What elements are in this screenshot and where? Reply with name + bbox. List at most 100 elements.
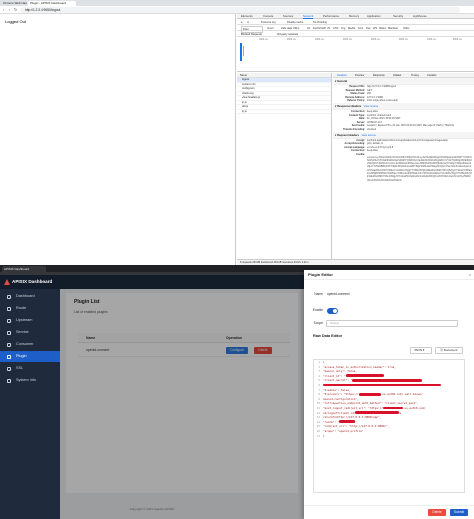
- sidebar-item-dashboard[interactable]: Dashboard: [0, 291, 60, 302]
- header-value: keep-alive: [367, 149, 378, 153]
- filter-manifest[interactable]: Manifest: [388, 26, 398, 31]
- filter-fetch-xhr[interactable]: Fetch/XHR: [313, 26, 326, 31]
- request-headers-label: ▾ Request Headers: [335, 133, 360, 137]
- document-button[interactable]: ⎘ Document: [435, 347, 463, 354]
- timeline-bar: [243, 46, 244, 56]
- page-viewport: Logged Out: [0, 14, 236, 265]
- tab-cookies[interactable]: Cookies: [427, 73, 436, 78]
- view-source-link[interactable]: View source: [361, 134, 376, 137]
- timeline-tick: 3000 ms: [315, 39, 324, 41]
- filter-ws[interactable]: WS: [373, 26, 377, 31]
- code-segment: "redirect_uri": "http://127.0.0.1:9080/"…: [323, 424, 390, 429]
- response-headers-title[interactable]: ▾ Response Headers View source: [333, 102, 474, 110]
- sidebar-item-route[interactable]: Route: [0, 303, 60, 314]
- redaction-mark: [339, 420, 356, 424]
- redaction-mark: [358, 392, 381, 396]
- blocked-requests-checkbox[interactable]: Blocked Requests: [241, 32, 262, 37]
- filter-all[interactable]: All: [307, 26, 310, 31]
- disable-cache-checkbox[interactable]: Disable cache: [287, 20, 303, 25]
- general-section-title[interactable]: ▾ General: [333, 78, 474, 85]
- filter-doc[interactable]: Doc: [366, 26, 371, 31]
- tab-response[interactable]: Response: [373, 73, 385, 78]
- network-checks: Blocked Requests 3rd-party requests: [237, 32, 474, 37]
- tab-preview[interactable]: Preview: [355, 73, 364, 78]
- format-select[interactable]: JSON ▾: [410, 347, 432, 354]
- close-icon[interactable]: ×: [469, 272, 471, 277]
- network-toolbar: ● ⊘ Preserve log Disable cache No thrott…: [237, 20, 474, 25]
- redaction-mark: [382, 406, 403, 410]
- third-party-requests-checkbox[interactable]: 3rd-party requests: [277, 32, 298, 37]
- filter-font[interactable]: Font: [358, 26, 363, 31]
- delete-plugin-button[interactable]: Delete: [428, 509, 446, 516]
- header-key: Referrer Policy:: [347, 99, 365, 103]
- tab-sources[interactable]: Sources: [283, 14, 293, 19]
- tab-initiator[interactable]: Initiator: [393, 73, 402, 78]
- clear-icon[interactable]: ⊘: [247, 20, 249, 25]
- sidebar-item-system-info[interactable]: System Info: [0, 375, 60, 386]
- sidebar-item-ssl[interactable]: SSL: [0, 363, 60, 374]
- sidebar-item-label: Route: [16, 306, 27, 310]
- tab-lighthouse[interactable]: Lighthouse: [413, 14, 427, 19]
- preserve-log-checkbox[interactable]: Preserve log: [261, 20, 276, 25]
- tab-performance[interactable]: Performance: [323, 14, 339, 19]
- view-source-link[interactable]: View source: [364, 105, 379, 108]
- tab-timing[interactable]: Timing: [411, 73, 419, 78]
- sidebar-item-upstream[interactable]: Upstream: [0, 315, 60, 326]
- filter-css[interactable]: CSS: [333, 26, 338, 31]
- sidebar-item-consumer[interactable]: Consumer: [0, 339, 60, 350]
- filter-js[interactable]: JS: [327, 26, 330, 31]
- dashboard-icon: [7, 294, 11, 299]
- tab-headers[interactable]: Headers: [337, 73, 347, 78]
- submit-button[interactable]: Submit: [450, 509, 468, 516]
- code-editor[interactable]: 1{2 "access_token_in_authorization_heade…: [313, 359, 465, 493]
- request-row[interactable]: jn.js: [237, 110, 331, 114]
- tab-console[interactable]: Console: [263, 14, 273, 19]
- format-value: JSON: [414, 348, 423, 352]
- consumer-icon: [7, 342, 11, 347]
- network-timeline: 1000 ms 2000 ms 3000 ms 4000 ms 5000 ms …: [237, 38, 474, 72]
- devtools-tabs: Elements Console Sources Network Perform…: [237, 14, 474, 19]
- forward-icon[interactable]: ›: [7, 7, 12, 13]
- tab-memory[interactable]: Memory: [349, 14, 359, 19]
- sidebar-item-label: Dashboard: [16, 294, 35, 298]
- drawer-footer: Delete Submit: [304, 505, 474, 519]
- sidebar-item-service[interactable]: Service: [0, 327, 60, 338]
- tab-security[interactable]: Security: [393, 14, 403, 19]
- back-icon[interactable]: ‹: [1, 7, 6, 13]
- scope-label: Scope: [313, 321, 323, 325]
- filter-other[interactable]: Other: [403, 26, 410, 31]
- hide-data-urls-checkbox[interactable]: Hide data URLs: [281, 26, 299, 31]
- redaction-mark: [345, 374, 384, 378]
- header-value: strict-origin-when-cross-origin: [367, 99, 399, 103]
- upstream-icon: [7, 318, 11, 323]
- url-field[interactable]: http://1.2.3.4:9080/logout: [20, 7, 460, 13]
- tab-elements[interactable]: Elements: [241, 14, 253, 19]
- code-segment: "scope": "openid profile": [323, 428, 364, 433]
- drawer-title: Plugin Editor: [304, 270, 474, 280]
- sidebar-item-plugin[interactable]: Plugin: [0, 351, 60, 362]
- brand-title: APISIX Dashboard: [12, 279, 53, 284]
- raw-data-editor-title: Raw Data Editor: [313, 334, 343, 338]
- code-segment: .us.auth0.com/: [402, 405, 426, 410]
- header-value: session=; Expires=Thu, 01 Jan 1970 00:00…: [367, 124, 455, 128]
- header-value: chunked: [367, 127, 377, 131]
- tab-application[interactable]: Application: [367, 14, 381, 19]
- reload-icon[interactable]: ↻: [13, 7, 18, 13]
- sidebar-item-label: System Info: [16, 378, 37, 382]
- tab-network[interactable]: Network: [303, 14, 314, 19]
- request-headers-title[interactable]: ▾ Request Headers View source: [333, 131, 474, 139]
- record-icon[interactable]: ●: [241, 20, 243, 25]
- plugin-icon: [7, 354, 11, 359]
- scope-select[interactable]: Global: [326, 320, 458, 327]
- service-icon: [7, 330, 11, 335]
- drawer-overlay[interactable]: [60, 275, 304, 519]
- enable-toggle[interactable]: [327, 308, 338, 314]
- filter-wasm[interactable]: Wasm: [379, 26, 386, 31]
- filter-img[interactable]: Img: [341, 26, 345, 31]
- brand[interactable]: APISIX Dashboard: [0, 275, 60, 289]
- filter-media[interactable]: Media: [348, 26, 355, 31]
- throttling-select[interactable]: No throttling: [313, 20, 327, 25]
- invert-checkbox[interactable]: Invert: [267, 26, 274, 31]
- code-segment: ",: [355, 419, 359, 424]
- code-segment: "discovery": "https://: [323, 392, 359, 397]
